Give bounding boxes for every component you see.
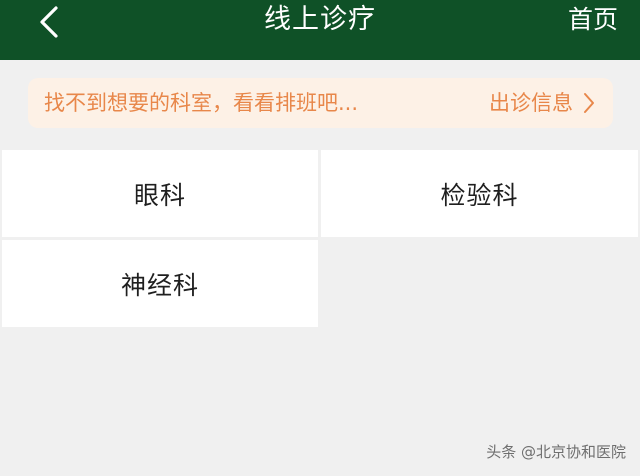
schedule-notice-banner: 找不到想要的科室，看看排班吧... 出诊信息: [28, 78, 613, 128]
source-watermark: 头条 @北京协和医院: [486, 443, 626, 461]
notice-text: 找不到想要的科室，看看排班吧...: [44, 91, 359, 115]
home-button[interactable]: 首页: [568, 2, 618, 38]
department-label: 检验科: [440, 180, 519, 210]
clinic-schedule-link[interactable]: 出诊信息: [489, 78, 595, 128]
department-label: 眼科: [133, 180, 186, 210]
clinic-schedule-label: 出诊信息: [489, 91, 573, 115]
department-ophthalmology[interactable]: 眼科: [2, 150, 318, 237]
department-label: 神经科: [120, 270, 199, 300]
top-bar: 线上诊疗 首页: [0, 0, 640, 60]
department-clinical-laboratory[interactable]: 检验科: [321, 150, 638, 237]
department-neurology[interactable]: 神经科: [2, 240, 318, 327]
page-title: 线上诊疗: [264, 4, 376, 35]
chevron-right-icon: [584, 93, 594, 113]
